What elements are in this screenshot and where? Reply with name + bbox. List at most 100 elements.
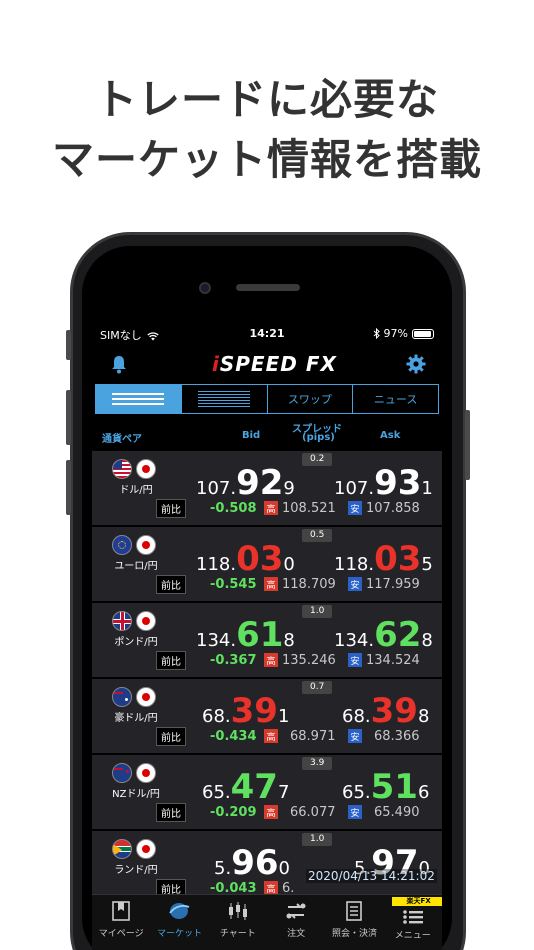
rate-row-gbpjpy[interactable]: ポンド/円 前比 1.0 134.618 134.628 -0.367 高 13… [92, 603, 442, 677]
view-tabs: スワップ ニュース [95, 384, 439, 414]
rate-row-eurjpy[interactable]: ユーロ/円 前比 0.5 118.030 118.035 -0.545 高 11… [92, 527, 442, 601]
gear-icon[interactable] [406, 354, 426, 374]
high-badge: 高 [264, 501, 278, 515]
bid-price[interactable]: 68.391 [202, 691, 289, 731]
pair-name: ドル/円 [119, 485, 153, 496]
spread-value: 0.5 [302, 529, 333, 542]
column-ask: Ask [380, 430, 401, 441]
change-value: -0.545 [210, 577, 257, 592]
column-pair: 通貨ペア [102, 434, 142, 445]
tab-list-view[interactable] [96, 385, 182, 413]
low-value: 107.858 [366, 501, 420, 516]
document-list-icon [346, 901, 363, 921]
high-value: 135.246 [282, 653, 336, 668]
high-value: 118.709 [282, 577, 336, 592]
spread-value: 3.9 [302, 757, 333, 770]
pair-name: NZドル/円 [112, 789, 160, 800]
jp-flag-icon [136, 535, 156, 555]
menu-list-icon [402, 910, 423, 924]
spread-value: 0.2 [302, 453, 333, 466]
headline-line-2: マーケット情報を搭載 [51, 135, 482, 184]
column-headers: 通貨ペア Bid スプレッド (pips) Ask [92, 418, 442, 450]
jp-flag-icon [136, 687, 156, 707]
rakuten-fx-badge: 楽天FX [391, 897, 442, 906]
ask-price[interactable]: 118.035 [334, 539, 433, 579]
high-value: 108.521 [282, 501, 336, 516]
status-battery: 97% [373, 327, 434, 340]
tab-market[interactable]: マーケット [150, 895, 208, 950]
headline: トレードに必要な マーケット情報を搭載 [0, 70, 534, 190]
rate-list: ドル/円 前比 0.2 107.929 107.931 -0.508 高 108… [92, 451, 442, 907]
rate-row-audjpy[interactable]: 豪ドル/円 前比 0.7 68.391 68.398 -0.434 高 68.9… [92, 679, 442, 753]
high-badge: 高 [264, 653, 278, 667]
high-badge: 高 [264, 577, 278, 591]
uk-flag-icon [112, 611, 132, 631]
bid-price[interactable]: 107.929 [196, 463, 295, 503]
rate-row-nzdjpy[interactable]: NZドル/円 前比 3.9 65.477 65.516 -0.209 高 66.… [92, 755, 442, 829]
change-label: 前比 [156, 803, 186, 822]
spread-value: 1.0 [302, 605, 333, 618]
app-logo: iSPEED FX [212, 352, 337, 376]
high-badge: 高 [264, 881, 278, 895]
low-value: 68.366 [374, 729, 420, 744]
bell-icon[interactable] [110, 354, 128, 374]
tab-news[interactable]: ニュース [353, 385, 438, 413]
change-label: 前比 [156, 499, 186, 518]
compact-list-icon [198, 391, 251, 407]
low-badge: 安 [348, 729, 362, 743]
high-value: 68.971 [290, 729, 336, 744]
change-value: -0.367 [210, 653, 257, 668]
ask-price[interactable]: 68.398 [342, 691, 429, 731]
battery-icon [412, 328, 434, 339]
jp-flag-icon [136, 611, 156, 631]
za-flag-icon [112, 839, 132, 859]
front-camera [199, 282, 211, 294]
change-label: 前比 [156, 727, 186, 746]
candlestick-chart-icon [228, 902, 247, 920]
bid-price[interactable]: 118.030 [196, 539, 295, 579]
status-bar: SIMなし 14:21 97% [92, 318, 442, 346]
pair-name: 豪ドル/円 [114, 713, 158, 724]
change-value: -0.209 [210, 805, 257, 820]
low-badge: 安 [348, 653, 362, 667]
change-value: -0.508 [210, 501, 257, 516]
pair-name: ユーロ/円 [114, 561, 158, 572]
ask-price[interactable]: 65.516 [342, 767, 429, 807]
change-label: 前比 [156, 651, 186, 670]
mute-switch [66, 330, 71, 360]
bluetooth-icon [373, 328, 380, 339]
globe-market-icon [169, 903, 190, 919]
tab-swap[interactable]: スワップ [268, 385, 354, 413]
low-badge: 安 [348, 501, 362, 515]
column-spread-unit: (pips) [302, 432, 335, 443]
low-badge: 安 [348, 577, 362, 591]
low-value: 65.490 [374, 805, 420, 820]
nz-flag-icon [112, 763, 132, 783]
jp-flag-icon [136, 763, 156, 783]
tab-mypage[interactable]: マイページ [92, 895, 150, 950]
ask-price[interactable]: 134.628 [334, 615, 433, 655]
tab-chart[interactable]: チャート [209, 895, 267, 950]
high-badge: 高 [264, 805, 278, 819]
headline-line-1: トレードに必要な [94, 75, 439, 124]
spread-value: 1.0 [302, 833, 333, 846]
low-value: 134.524 [366, 653, 420, 668]
rate-row-usdjpy[interactable]: ドル/円 前比 0.2 107.929 107.931 -0.508 高 108… [92, 451, 442, 525]
tab-order[interactable]: 注文 [267, 895, 325, 950]
currency-flags [112, 763, 160, 785]
battery-percent: 97% [383, 327, 408, 340]
currency-flags [112, 535, 160, 557]
app-screen: SIMなし 14:21 97% iSPEED FX スワップ ニュース 通貨ペア… [92, 318, 442, 950]
ask-price[interactable]: 107.931 [334, 463, 433, 503]
tab-compact-view[interactable] [182, 385, 268, 413]
tab-menu[interactable]: 楽天FX メニュー [384, 895, 442, 950]
tab-inquiry[interactable]: 照会・決済 [325, 895, 383, 950]
high-badge: 高 [264, 729, 278, 743]
low-value: 117.959 [366, 577, 420, 592]
bid-price[interactable]: 134.618 [196, 615, 295, 655]
last-updated-timestamp: 2020/04/13 14:21:02 [306, 869, 437, 883]
order-transfer-icon [286, 903, 306, 919]
bid-price[interactable]: 5.960 [214, 843, 290, 883]
eu-flag-icon [112, 535, 132, 555]
bid-price[interactable]: 65.477 [202, 767, 289, 807]
